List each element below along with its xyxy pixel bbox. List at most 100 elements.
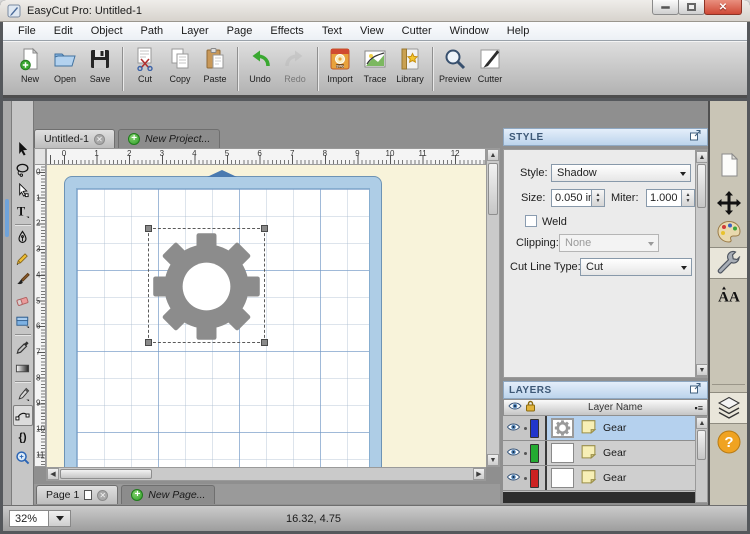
layer-name[interactable]: Gear [603,472,626,484]
layers-scrollbar[interactable]: ▲ [695,416,708,503]
move-panel-button[interactable] [710,187,747,219]
minimize-button[interactable] [652,0,679,15]
spinner-arrows-icon[interactable]: ▲▼ [682,189,695,207]
layer-name[interactable]: Gear [603,447,626,459]
scrollbar-thumb[interactable] [488,163,498,215]
layer-row[interactable]: Gear [503,441,695,466]
toolbar-button-undo[interactable]: Undo [243,45,277,84]
scroll-up-arrow[interactable]: ▲ [696,151,708,163]
toolbar-button-new[interactable]: New [13,45,47,84]
maximize-button[interactable] [678,0,705,15]
scroll-up-arrow[interactable]: ▲ [696,417,708,429]
style-select[interactable]: Shadow [551,164,691,182]
menu-object[interactable]: Object [82,23,132,39]
dock-panel-icon[interactable] [689,129,702,145]
layers-panel-button[interactable] [710,392,747,424]
toolbar-button-open[interactable]: Open [48,45,82,84]
vertical-scrollbar[interactable]: ▲ ▼ [486,148,500,467]
cut-line-type-select[interactable]: Cut [580,258,692,276]
canvas-viewport[interactable] [46,165,486,467]
eyedropper-tool[interactable] [13,337,33,358]
scroll-down-arrow[interactable]: ▼ [487,454,499,466]
scrollbar-thumb[interactable] [697,164,706,208]
menu-edit[interactable]: Edit [45,23,82,39]
toolbar-button-import[interactable]: SVGImport [323,45,357,84]
new-project-tab[interactable]: + New Project... [118,129,220,148]
style-panel-scrollbar[interactable]: ▲ ▼ [695,150,708,377]
menu-text[interactable]: Text [313,23,351,39]
lock-dot[interactable] [524,452,527,455]
close-tab-icon[interactable]: ✕ [94,134,105,145]
menu-cutter[interactable]: Cutter [393,23,441,39]
left-dock-strip[interactable] [3,101,12,505]
toolbar-button-cut[interactable]: Cut [128,45,162,84]
layer-color-swatch[interactable] [530,444,539,463]
eye-icon[interactable] [506,472,521,485]
font-panel-button[interactable]: AA [710,279,747,311]
eye-icon[interactable] [508,401,522,414]
dock-panel-icon[interactable] [689,382,702,398]
lock-dot[interactable] [524,477,527,480]
pencil-tool[interactable] [13,248,33,269]
lasso-tool[interactable] [13,159,33,180]
layer-name[interactable]: Gear [603,422,626,434]
scrollbar-thumb[interactable] [60,469,152,479]
layer-color-swatch[interactable] [530,469,539,488]
layer-thumbnail[interactable] [551,418,574,438]
pen-tool[interactable] [13,227,33,248]
layers-menu-icon[interactable]: ▪≡ [695,403,703,413]
scroll-right-arrow[interactable]: ▶ [473,468,485,480]
toolbar-button-copy[interactable]: Copy [163,45,197,84]
palette-panel-button[interactable] [710,216,747,248]
miter-value[interactable]: 1.000 [646,189,682,207]
miter-spinner[interactable]: 1.000 ▲▼ [646,189,695,207]
menu-file[interactable]: File [9,23,45,39]
layer-row[interactable]: Gear [503,466,695,491]
tab-untitled-1[interactable]: Untitled-1 ✕ [34,129,115,148]
select-tool[interactable] [13,138,33,159]
close-button[interactable]: ✕ [704,0,742,15]
zoom-control[interactable]: 32% [9,510,71,527]
weld-checkbox[interactable] [525,215,537,227]
help-panel-button[interactable]: ? [710,426,747,458]
lock-icon[interactable] [525,400,536,415]
zoom-tool[interactable] [13,447,33,468]
close-page-icon[interactable]: ✕ [97,490,108,501]
scrollbar-thumb[interactable] [697,430,706,460]
document-panel-button[interactable] [710,149,747,181]
selection-handle[interactable] [145,339,152,346]
horizontal-scrollbar[interactable]: ◀ ▶ [46,467,486,481]
toolbar-button-cutter[interactable]: Cutter [473,45,507,84]
layer-row[interactable]: Gear [503,416,695,441]
new-page-tab[interactable]: + New Page... [121,485,215,504]
layer-thumbnail[interactable] [551,468,574,488]
toolbar-button-paste[interactable]: Paste [198,45,232,84]
toolbar-button-library[interactable]: Library [393,45,427,84]
layer-color-swatch[interactable] [530,419,539,438]
scroll-down-arrow[interactable]: ▼ [696,364,708,376]
zoom-value[interactable]: 32% [9,510,49,527]
menu-page[interactable]: Page [218,23,262,39]
wrench-panel-button[interactable] [710,247,747,279]
bracket-tool[interactable]: {) [13,426,33,447]
text-tool[interactable]: T [13,201,33,222]
direct-select-tool[interactable] [13,180,33,201]
size-value[interactable]: 0.050 in [551,189,592,207]
toolbar-button-preview[interactable]: Preview [438,45,472,84]
toolbar-button-redo[interactable]: Redo [278,45,312,84]
size-spinner[interactable]: 0.050 in ▲▼ [551,189,605,207]
shape-tool[interactable] [13,311,33,332]
knife-tool[interactable] [13,384,33,405]
toolbar-button-save[interactable]: Save [83,45,117,84]
toolbar-button-trace[interactable]: Trace [358,45,392,84]
lock-dot[interactable] [524,427,527,430]
layer-thumbnail[interactable] [551,443,574,463]
menu-window[interactable]: Window [441,23,498,39]
scroll-up-arrow[interactable]: ▲ [487,149,499,161]
selection-handle[interactable] [261,339,268,346]
brush-tool[interactable] [13,269,33,290]
eraser-tool[interactable] [13,290,33,311]
eye-icon[interactable] [506,447,521,460]
gradient-tool[interactable] [13,358,33,379]
eye-icon[interactable] [506,422,521,435]
